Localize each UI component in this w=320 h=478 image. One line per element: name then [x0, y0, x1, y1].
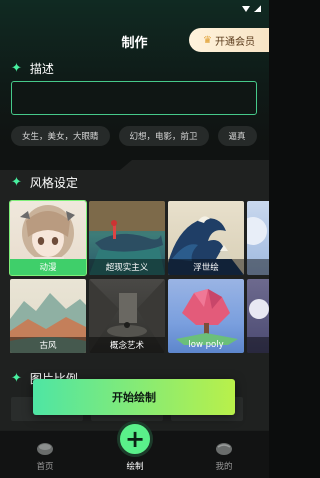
nav-home-label: 首页 — [36, 462, 54, 472]
style-card-extra-2[interactable] — [247, 279, 269, 353]
style-card-label: 浮世绘 — [168, 259, 244, 275]
style-card-label — [247, 259, 269, 275]
style-grid: 动漫 超现实主义 浮世绘 古风 概念艺术 low poly — [9, 200, 269, 353]
vip-button[interactable]: ♛ 开通会员 — [189, 28, 269, 52]
signal-icon — [254, 5, 261, 12]
description-title: 描述 — [29, 62, 54, 76]
status-icons — [242, 5, 261, 12]
style-card-label: low poly — [188, 340, 224, 350]
nav-item-create[interactable]: 绘制 — [110, 460, 160, 472]
style-card-label: 超现实主义 — [89, 259, 165, 275]
app-root: 制作 ♛ 开通会员 ✦ 描述 女生，美女，大眼睛 幻想，电影，前卫 逼真 ✦ 风… — [0, 0, 269, 478]
nav-mine-label: 我的 — [215, 462, 233, 472]
plus-icon: + — [124, 425, 146, 453]
style-card-label: 概念艺术 — [89, 337, 165, 353]
nav-create-label: 绘制 — [126, 462, 144, 472]
sparkle-icon: ✦ — [11, 61, 22, 76]
wifi-icon — [242, 5, 250, 12]
start-drawing-button[interactable]: 开始绘制 — [33, 379, 235, 415]
style-card-extra[interactable] — [247, 201, 269, 275]
suggestion-chips: 女生，美女，大眼睛 幻想，电影，前卫 逼真 — [11, 126, 257, 146]
style-card-guofeng[interactable]: 古风 — [10, 279, 86, 353]
description-section-title: ✦ 描述 — [11, 60, 54, 77]
style-card-ukiyoe[interactable]: 浮世绘 — [168, 201, 244, 275]
style-section-title: ✦ 风格设定 — [11, 174, 78, 191]
profile-icon — [216, 443, 232, 455]
sparkle-icon: ✦ — [11, 371, 22, 386]
suggestion-chip[interactable]: 女生，美女，大眼睛 — [11, 126, 110, 146]
create-fab-button[interactable]: + — [117, 421, 153, 457]
style-card-low-poly[interactable]: low poly — [168, 279, 244, 353]
style-card-concept-art[interactable]: 概念艺术 — [89, 279, 165, 353]
description-input[interactable] — [11, 81, 257, 115]
crown-icon: ♛ — [203, 34, 212, 46]
home-icon — [37, 443, 53, 455]
style-title: 风格设定 — [29, 176, 78, 190]
style-card-surreal[interactable]: 超现实主义 — [89, 201, 165, 275]
suggestion-chip[interactable]: 幻想，电影，前卫 — [118, 126, 209, 146]
style-card-label — [247, 337, 269, 353]
style-card-label: 古风 — [10, 337, 86, 353]
style-card-anime[interactable]: 动漫 — [9, 200, 87, 276]
style-card-label: 动漫 — [10, 259, 86, 275]
sparkle-icon: ✦ — [11, 175, 22, 190]
vip-button-label: 开通会员 — [214, 36, 255, 48]
status-bar — [0, 0, 269, 22]
suggestion-chip[interactable]: 逼真 — [217, 126, 257, 146]
nav-item-home[interactable]: 首页 — [20, 442, 70, 472]
nav-item-mine[interactable]: 我的 — [199, 442, 249, 472]
